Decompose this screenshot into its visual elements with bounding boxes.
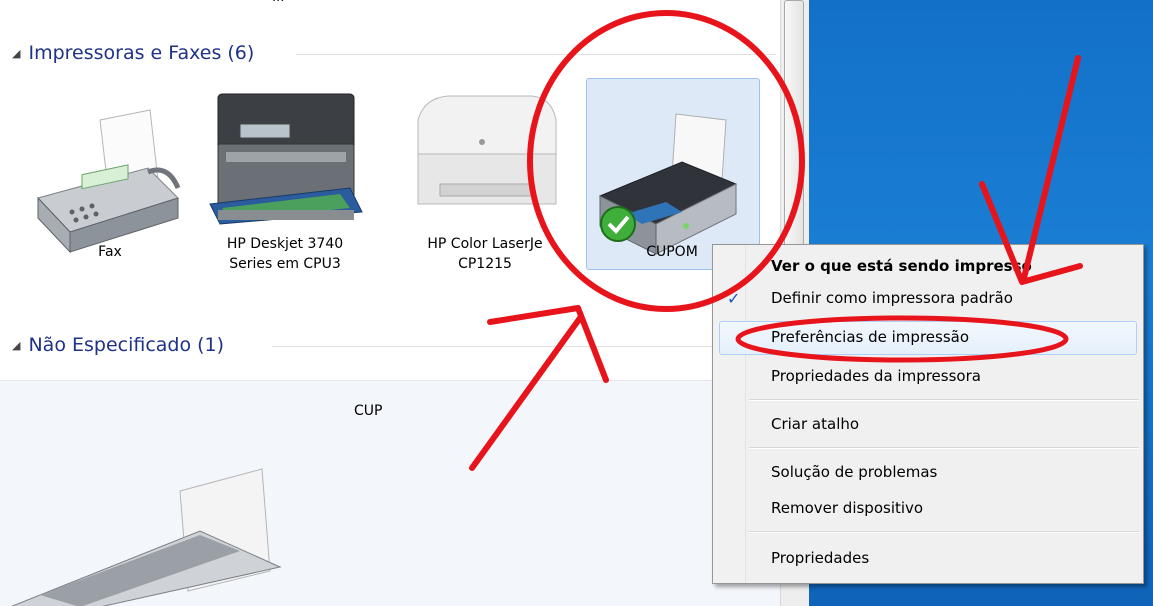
collapse-triangle-icon[interactable]: ◢ bbox=[12, 47, 20, 60]
group-header-printers[interactable]: ◢ Impressoras e Faxes (6) bbox=[12, 42, 254, 64]
menu-item-properties[interactable]: Propriedades bbox=[771, 549, 869, 567]
partial-top-label: ··· bbox=[272, 0, 285, 9]
menu-item-troubleshoot[interactable]: Solução de problemas bbox=[771, 463, 937, 481]
group-header-label: Não Especificado (1) bbox=[28, 334, 225, 356]
device-label: HP Deskjet 3740 Series em CPU3 bbox=[226, 236, 344, 272]
details-preview-pane: CUP bbox=[0, 380, 780, 606]
menu-item-remove-device[interactable]: Remover dispositivo bbox=[771, 499, 923, 517]
checkmark-icon: ✓ bbox=[727, 289, 741, 308]
device-tile-hp-deskjet[interactable]: HP Deskjet 3740 Series em CPU3 bbox=[200, 84, 370, 294]
menu-item-see-print-queue[interactable]: Ver o que está sendo impresso bbox=[771, 257, 1032, 275]
group-header-label: Impressoras e Faxes (6) bbox=[28, 42, 255, 64]
device-tile-fax[interactable]: Fax bbox=[10, 90, 200, 290]
context-menu: ✓ Ver o que está sendo impresso Definir … bbox=[712, 244, 1144, 584]
large-printer-icon bbox=[11, 468, 282, 606]
collapse-triangle-icon[interactable]: ◢ bbox=[12, 339, 20, 352]
menu-separator bbox=[749, 531, 1139, 533]
menu-item-set-default-printer[interactable]: Definir como impressora padrão bbox=[771, 289, 1013, 307]
device-tile-hp-color-laserjet[interactable]: HP Color LaserJe CP1215 bbox=[400, 84, 570, 294]
menu-item-printer-properties[interactable]: Propriedades da impressora bbox=[771, 367, 981, 385]
group-divider bbox=[296, 54, 776, 55]
menu-item-printing-preferences[interactable]: Preferências de impressão bbox=[771, 328, 969, 346]
menu-separator bbox=[749, 447, 1139, 449]
group-divider bbox=[272, 346, 776, 347]
device-label: HP Color LaserJe CP1215 bbox=[427, 236, 543, 272]
menu-item-create-shortcut[interactable]: Criar atalho bbox=[771, 415, 859, 433]
menu-separator bbox=[749, 399, 1139, 401]
group-header-unspecified[interactable]: ◢ Não Especificado (1) bbox=[12, 334, 224, 356]
devices-and-printers-pane: ··· ◢ Impressoras e Faxes (6) Fax HP Des… bbox=[0, 0, 780, 606]
device-label: Fax bbox=[98, 244, 122, 260]
